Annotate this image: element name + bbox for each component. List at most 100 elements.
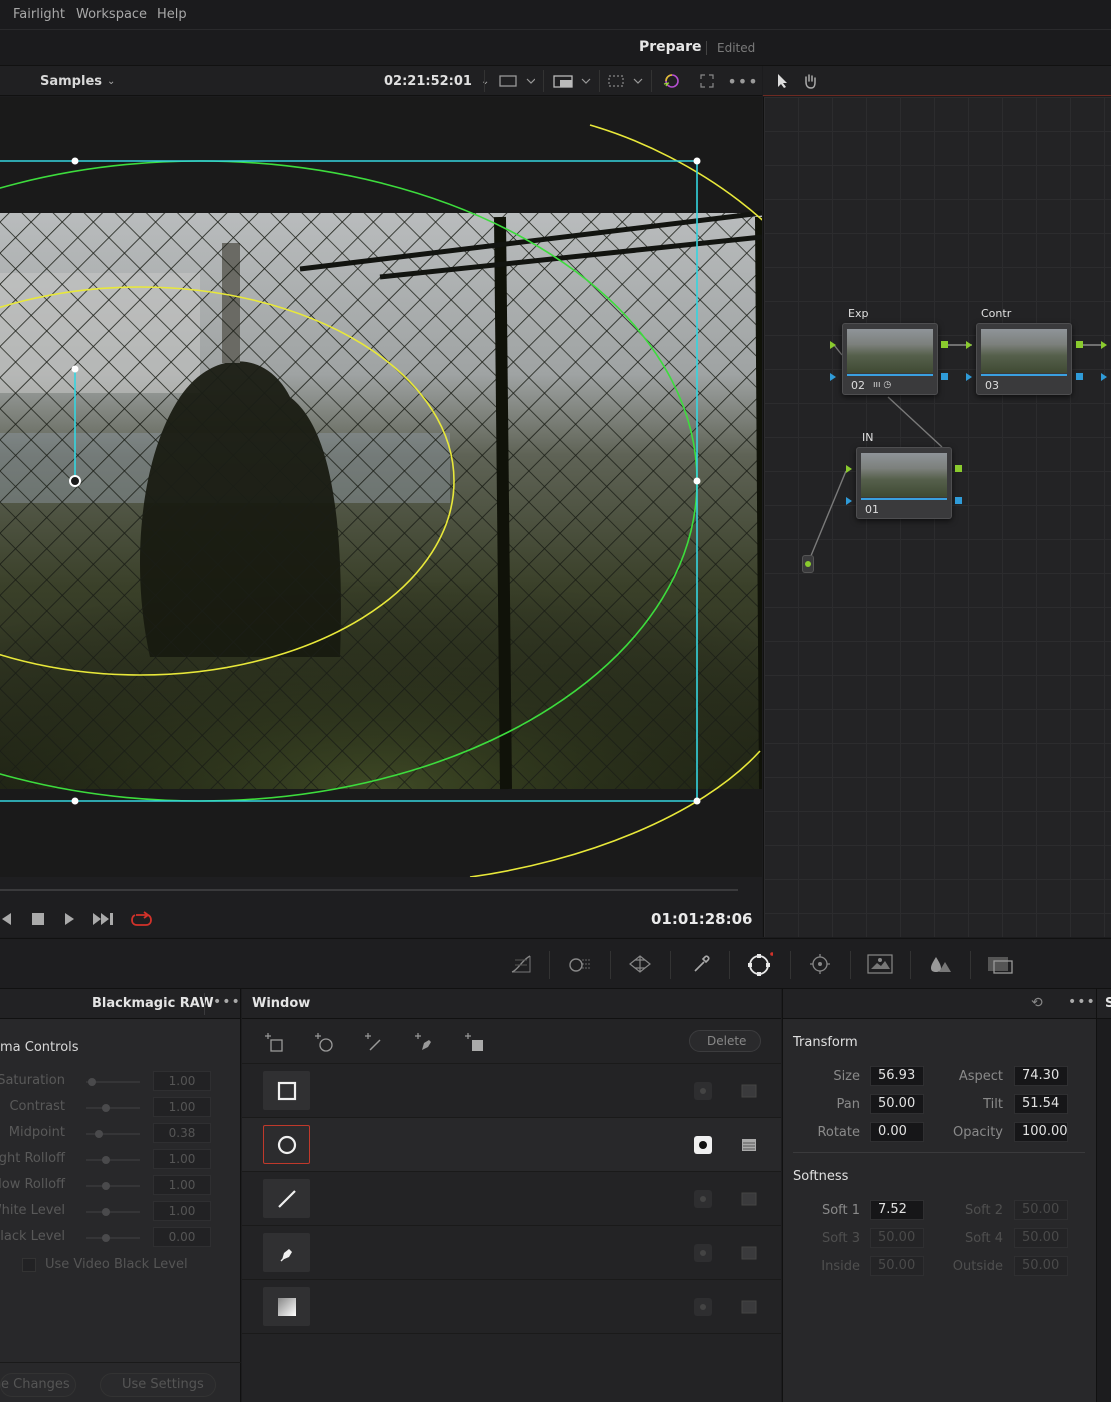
hand-tool-button[interactable]	[799, 66, 821, 96]
soft4-field[interactable]: 50.00	[1014, 1228, 1068, 1248]
source-input[interactable]	[802, 555, 814, 573]
scrubber-track[interactable]	[0, 889, 738, 891]
outside-field[interactable]: 50.00	[1014, 1256, 1068, 1276]
play-reverse-button[interactable]	[0, 911, 12, 927]
slider-midpoint[interactable]: Midpoint 0.38	[0, 1121, 241, 1147]
stop-button[interactable]	[31, 912, 45, 926]
pan-field[interactable]: 50.00	[870, 1094, 924, 1114]
window-row-square[interactable]	[242, 1064, 781, 1118]
loop-button[interactable]	[130, 910, 154, 928]
node-number: 01	[865, 503, 879, 516]
soft1-field[interactable]: 7.52	[870, 1200, 924, 1220]
tracker-palette-button[interactable]	[805, 949, 835, 979]
node-contr[interactable]: 03	[976, 323, 1072, 395]
slider-saturation[interactable]: Saturation 1.00	[0, 1069, 241, 1095]
gradient-plus-icon	[465, 1033, 483, 1051]
add-circle-window-button[interactable]	[314, 1032, 336, 1054]
pointer-tool-button[interactable]	[771, 66, 793, 96]
viewer-size-button[interactable]	[490, 66, 540, 96]
slider-contrast[interactable]: Contrast 1.00	[0, 1095, 241, 1121]
soft3-label: Soft 3	[821, 1231, 860, 1246]
delete-window-button[interactable]: Delete	[689, 1030, 761, 1052]
pan-label: Pan	[836, 1097, 860, 1112]
circle-window-button[interactable]	[263, 1125, 310, 1164]
menu-item-fairlight[interactable]: Fairlight	[13, 7, 65, 22]
add-polygon-window-button[interactable]	[414, 1032, 436, 1054]
album-dropdown[interactable]: Samples ⌄	[40, 66, 116, 96]
chevron-down-icon: ⌄	[107, 75, 116, 87]
node-exp[interactable]: 02 ııı ◷	[842, 323, 938, 395]
add-square-window-button[interactable]	[264, 1032, 286, 1054]
blur-button[interactable]	[865, 949, 895, 979]
soft1-label: Soft 1	[821, 1203, 860, 1218]
slider-white-level[interactable]: White Level 1.00	[0, 1199, 241, 1225]
mask-toggle[interactable]	[740, 1136, 758, 1154]
slider-highlight-rolloff[interactable]: ight Rolloff 1.00	[0, 1147, 241, 1173]
expand-icon	[700, 74, 714, 88]
node-in[interactable]: 01	[856, 447, 952, 519]
hq-button[interactable]	[548, 66, 596, 96]
more-options-button[interactable]: •••	[727, 66, 758, 96]
tracker-button[interactable]	[625, 949, 655, 979]
window-row-polygon[interactable]	[242, 1226, 781, 1280]
key-icon	[931, 957, 951, 972]
viewer[interactable]	[0, 97, 762, 877]
soft2-field[interactable]: 50.00	[1014, 1200, 1068, 1220]
window-palette-button[interactable]	[744, 949, 774, 979]
properties-more-options-button[interactable]: •••	[1068, 994, 1096, 1010]
raw-panel: Blackmagic RAW ••• ma Controls Saturatio…	[0, 989, 241, 1402]
curves-button[interactable]	[506, 949, 536, 979]
use-settings-button[interactable]: Use Settings	[100, 1373, 216, 1397]
slider-black-level[interactable]: Black Level 0.00	[0, 1225, 241, 1251]
mask-toggle[interactable]	[740, 1244, 758, 1262]
tilt-field[interactable]: 51.54	[1014, 1094, 1068, 1114]
tracker-icon	[629, 955, 651, 973]
highlight-button[interactable]	[604, 66, 646, 96]
play-button[interactable]	[62, 911, 76, 927]
rotate-field[interactable]: 0.00	[870, 1122, 924, 1142]
qualifier-button[interactable]	[564, 949, 594, 979]
polygon-window-button[interactable]	[263, 1233, 310, 1272]
aspect-field[interactable]: 74.30	[1014, 1066, 1068, 1086]
color-picker-button[interactable]	[656, 66, 686, 96]
menu-item-help[interactable]: Help	[157, 7, 187, 22]
menu-item-workspace[interactable]: Workspace	[76, 7, 147, 22]
mask-toggle[interactable]	[740, 1190, 758, 1208]
apply-changes-button[interactable]: e Changes	[0, 1373, 76, 1397]
gamma-controls-heading: ma Controls	[0, 1040, 79, 1055]
size-field[interactable]: 56.93	[870, 1066, 924, 1086]
slider-shadow-rolloff[interactable]: dow Rolloff 1.00	[0, 1173, 241, 1199]
reset-icon[interactable]: ⟲	[1031, 995, 1043, 1011]
sizing-button[interactable]	[985, 949, 1015, 979]
divider	[543, 70, 544, 92]
invert-toggle[interactable]	[694, 1082, 712, 1100]
opacity-field[interactable]: 100.00	[1014, 1122, 1068, 1142]
node-graph[interactable]: Exp 02 ııı ◷ Contr 03 IN 01	[763, 97, 1111, 937]
window-row-linear[interactable]	[242, 1172, 781, 1226]
inside-field[interactable]: 50.00	[870, 1256, 924, 1276]
invert-toggle[interactable]	[694, 1190, 712, 1208]
use-video-black-level-checkbox[interactable]	[22, 1258, 36, 1272]
fullscreen-button[interactable]	[692, 66, 722, 96]
linear-window-button[interactable]	[263, 1179, 310, 1218]
window-icon	[748, 952, 773, 976]
gradient-window-button[interactable]	[263, 1287, 310, 1326]
next-clip-button[interactable]	[92, 911, 116, 927]
key-button[interactable]	[925, 949, 955, 979]
window-row-gradient[interactable]	[242, 1280, 781, 1334]
mask-toggle[interactable]	[740, 1298, 758, 1316]
square-window-button[interactable]	[263, 1071, 310, 1110]
mask-toggle[interactable]	[740, 1082, 758, 1100]
invert-toggle[interactable]	[694, 1136, 712, 1154]
invert-toggle[interactable]	[694, 1298, 712, 1316]
add-gradient-window-button[interactable]	[464, 1032, 486, 1054]
invert-toggle[interactable]	[694, 1244, 712, 1262]
timecode-dropdown[interactable]: 02:21:52:01 ⌄	[384, 66, 489, 96]
color-picker-palette-button[interactable]	[686, 949, 716, 979]
add-linear-window-button[interactable]	[364, 1032, 386, 1054]
window-panel-header: Window	[242, 989, 781, 1019]
raw-more-options-button[interactable]: •••	[213, 994, 241, 1010]
soft3-field[interactable]: 50.00	[870, 1228, 924, 1248]
window-row-circle[interactable]	[242, 1118, 781, 1172]
window-panel: Window Delete	[242, 989, 781, 1402]
